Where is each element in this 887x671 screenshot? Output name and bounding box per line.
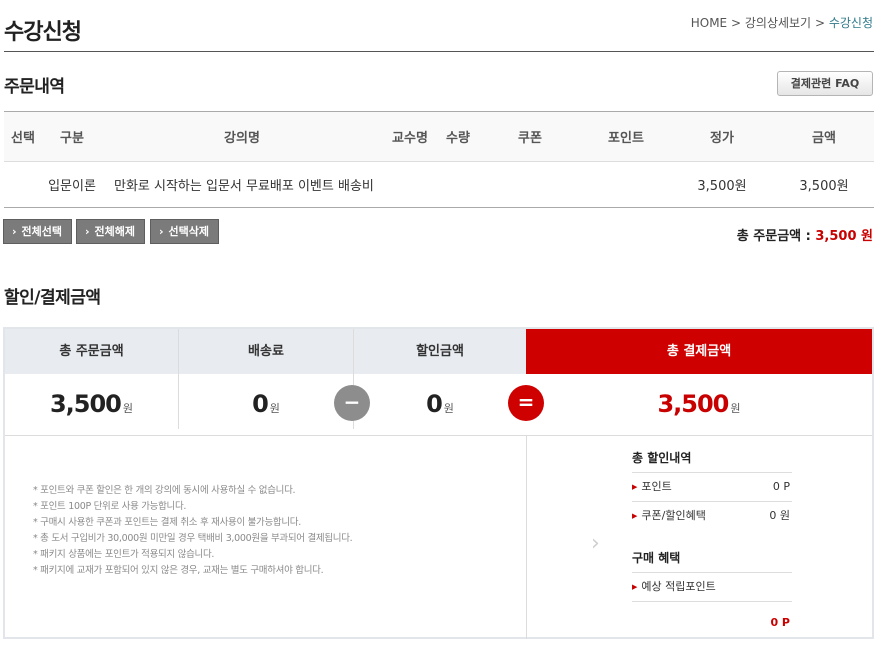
breadcrumb-separator: > [730, 16, 742, 30]
col-category: 구분 [42, 111, 102, 162]
shipping-number: 0 [252, 390, 269, 418]
row-select-cell[interactable] [4, 161, 42, 208]
deselect-all-button[interactable]: › 전체해제 [76, 219, 146, 244]
row-amount: 3,500원 [774, 161, 874, 208]
note-line: * 포인트 100P 단위로 사용 가능합니다. [33, 501, 187, 512]
breadcrumb-course-detail[interactable]: 강의상세보기 [745, 16, 811, 30]
row-divider [5, 435, 872, 436]
delete-selected-button[interactable]: › 선택삭제 [150, 219, 220, 244]
shipping-value: 0원 [179, 374, 353, 434]
currency-unit: 원 [269, 402, 280, 415]
pay-total-number: 3,500 [657, 390, 729, 418]
note-line: * 총 도서 구입비가 30,000원 미만일 경우 택배비 3,000원을 부… [33, 533, 353, 544]
expected-point-label: 예상 적립포인트 [641, 580, 716, 593]
currency-unit: 원 [443, 402, 454, 415]
col-select: 선택 [4, 111, 42, 162]
breadcrumb-home[interactable]: HOME [691, 16, 727, 30]
col-list-price: 정가 [670, 111, 774, 162]
breadcrumb-separator: > [814, 16, 825, 30]
payment-box: 총 주문금액 배송료 할인금액 총 결제금액 3,500 원 0원 0원 3,50… [3, 327, 874, 639]
summary-expected-row: ▶ 예상 적립포인트 [632, 572, 792, 601]
row-quantity [438, 161, 478, 208]
shipping-header: 배송료 [179, 329, 353, 374]
faq-button[interactable]: 결제관련 FAQ [777, 71, 873, 96]
currency-unit: 원 [122, 402, 134, 415]
course-name-text: 만화로 시작하는 입문서 무료배포 이벤트 배송비 [114, 179, 374, 194]
col-coupon: 쿠폰 [478, 111, 582, 162]
breadcrumb: HOME > 강의상세보기 > 수강신청 [691, 14, 873, 31]
point-value: 0 P [772, 480, 790, 493]
pay-total-header: 총 결제금액 [526, 329, 872, 374]
table-row: 입문이론 만화로 시작하는 입문서 무료배포 이벤트 배송비 3,500원 3,… [4, 161, 874, 208]
page-title: 수강신청 [4, 20, 82, 45]
discount-number: 0 [426, 390, 443, 418]
col-amount: 금액 [774, 111, 874, 162]
payment-notes: * 포인트와 쿠폰 할인은 한 개의 강의에 동시에 사용하실 수 없습니다. … [33, 483, 353, 579]
discount-header: 할인금액 [354, 329, 526, 374]
row-point [582, 161, 670, 208]
equals-icon: = [508, 385, 544, 421]
total-order-value: 3,500 원 [815, 229, 873, 244]
coupon-label: 쿠폰/할인혜택 [641, 509, 706, 522]
note-line: * 구매시 사용한 쿠폰과 포인트는 결제 취소 후 재사용이 불가능합니다. [33, 517, 301, 528]
row-professor [382, 161, 438, 208]
pay-total-value: 3,500 원 [526, 374, 872, 434]
chevron-right-icon: › [591, 531, 600, 556]
total-order-amount: 총 주문금액 : 3,500 원 [737, 225, 873, 244]
title-divider [4, 51, 874, 52]
summary-divider [526, 435, 527, 639]
summary-point-row: ▶ 포인트 0 P [632, 472, 792, 501]
chevron-right-icon: › [159, 225, 164, 238]
order-total-value: 3,500 원 [5, 374, 178, 434]
row-coupon [478, 161, 582, 208]
row-category: 입문이론 [42, 161, 102, 208]
triangle-right-icon: ▶ [632, 512, 638, 520]
select-all-label: 전체선택 [21, 225, 63, 238]
row-course-name: 만화로 시작하는 입문서 무료배포 이벤트 배송비 [102, 161, 382, 208]
purchase-benefit-title: 구매 혜택 [632, 551, 681, 565]
discount-value: 0원 [354, 374, 526, 434]
col-course-name: 강의명 [102, 111, 382, 162]
coupon-value: 0 원 [769, 509, 790, 522]
triangle-right-icon: ▶ [632, 483, 638, 491]
triangle-right-icon: ▶ [632, 583, 638, 591]
chevron-right-icon: › [12, 225, 17, 238]
select-all-button[interactable]: › 전체선택 [3, 219, 73, 244]
note-line: * 패키지 상품에는 포인트가 적용되지 않습니다. [33, 549, 215, 560]
minus-icon: − [334, 385, 370, 421]
currency-unit: 원 [730, 402, 741, 415]
order-table-header: 선택 구분 강의명 교수명 수량 쿠폰 포인트 정가 금액 [4, 111, 874, 162]
col-professor: 교수명 [382, 111, 438, 162]
order-total-header: 총 주문금액 [5, 329, 178, 374]
order-table: 선택 구분 강의명 교수명 수량 쿠폰 포인트 정가 금액 입문이론 만화로 시… [4, 111, 874, 208]
breadcrumb-current: 수강신청 [828, 16, 873, 30]
deselect-all-label: 전체해제 [94, 225, 136, 238]
order-total-number: 3,500 [49, 390, 122, 418]
col-quantity: 수량 [438, 111, 478, 162]
chevron-right-icon: › [85, 225, 90, 238]
col-point: 포인트 [582, 111, 670, 162]
summary-bottom-line [632, 601, 792, 602]
note-line: * 패키지에 교재가 포함되어 있지 않은 경우, 교재는 별도 구매하셔야 합… [33, 565, 324, 576]
payment-section-title: 할인/결제금액 [4, 288, 101, 308]
expected-point-value: 0 P [770, 616, 790, 629]
note-line: * 포인트와 쿠폰 할인은 한 개의 강의에 동시에 사용하실 수 없습니다. [33, 485, 296, 496]
delete-selected-label: 선택삭제 [168, 225, 210, 238]
discount-summary-title: 총 할인내역 [632, 451, 692, 465]
total-order-label: 총 주문금액 : [736, 229, 811, 244]
order-section-title: 주문내역 [4, 77, 65, 97]
row-list-price: 3,500원 [670, 161, 774, 208]
summary-coupon-row: ▶ 쿠폰/할인혜택 0 원 [632, 501, 792, 530]
point-label: 포인트 [641, 480, 672, 493]
